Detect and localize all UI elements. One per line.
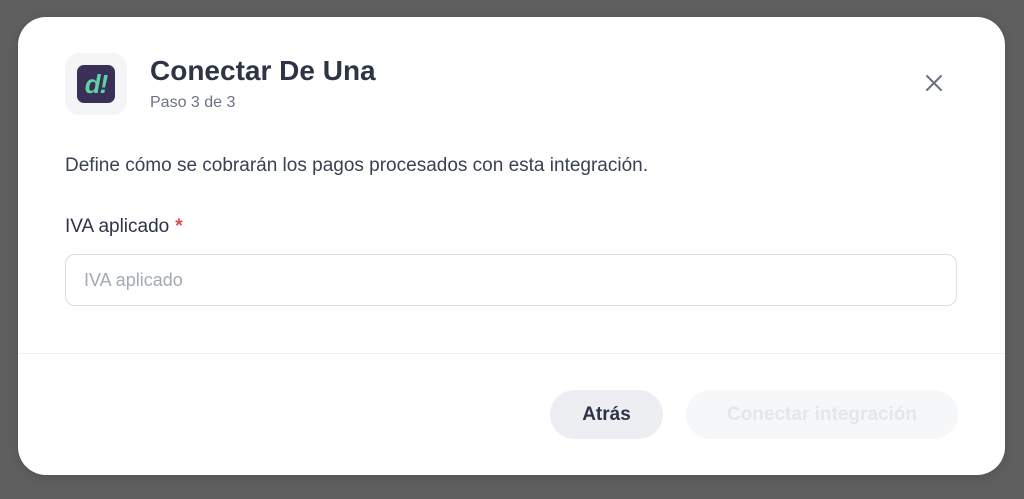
iva-label-text: IVA aplicado xyxy=(65,216,170,237)
de-una-logo-icon: d! xyxy=(77,65,115,103)
modal-title: Conectar De Una xyxy=(150,55,376,86)
close-button[interactable] xyxy=(918,67,950,99)
modal-description: Define cómo se cobrarán los pagos proces… xyxy=(65,155,649,176)
footer-divider xyxy=(18,353,1005,354)
integration-logo: d! xyxy=(65,53,127,115)
connect-integration-button[interactable]: Conectar integración xyxy=(686,390,958,439)
step-indicator: Paso 3 de 3 xyxy=(150,94,236,111)
required-marker: * xyxy=(175,216,183,237)
back-button[interactable]: Atrás xyxy=(550,390,663,439)
close-icon xyxy=(926,75,942,91)
iva-field-label: IVA aplicado * xyxy=(65,216,183,238)
logo-text: d! xyxy=(84,69,109,99)
connect-integration-modal: d! Conectar De Una Paso 3 de 3 Define có… xyxy=(18,17,1005,475)
iva-input[interactable] xyxy=(65,254,957,306)
